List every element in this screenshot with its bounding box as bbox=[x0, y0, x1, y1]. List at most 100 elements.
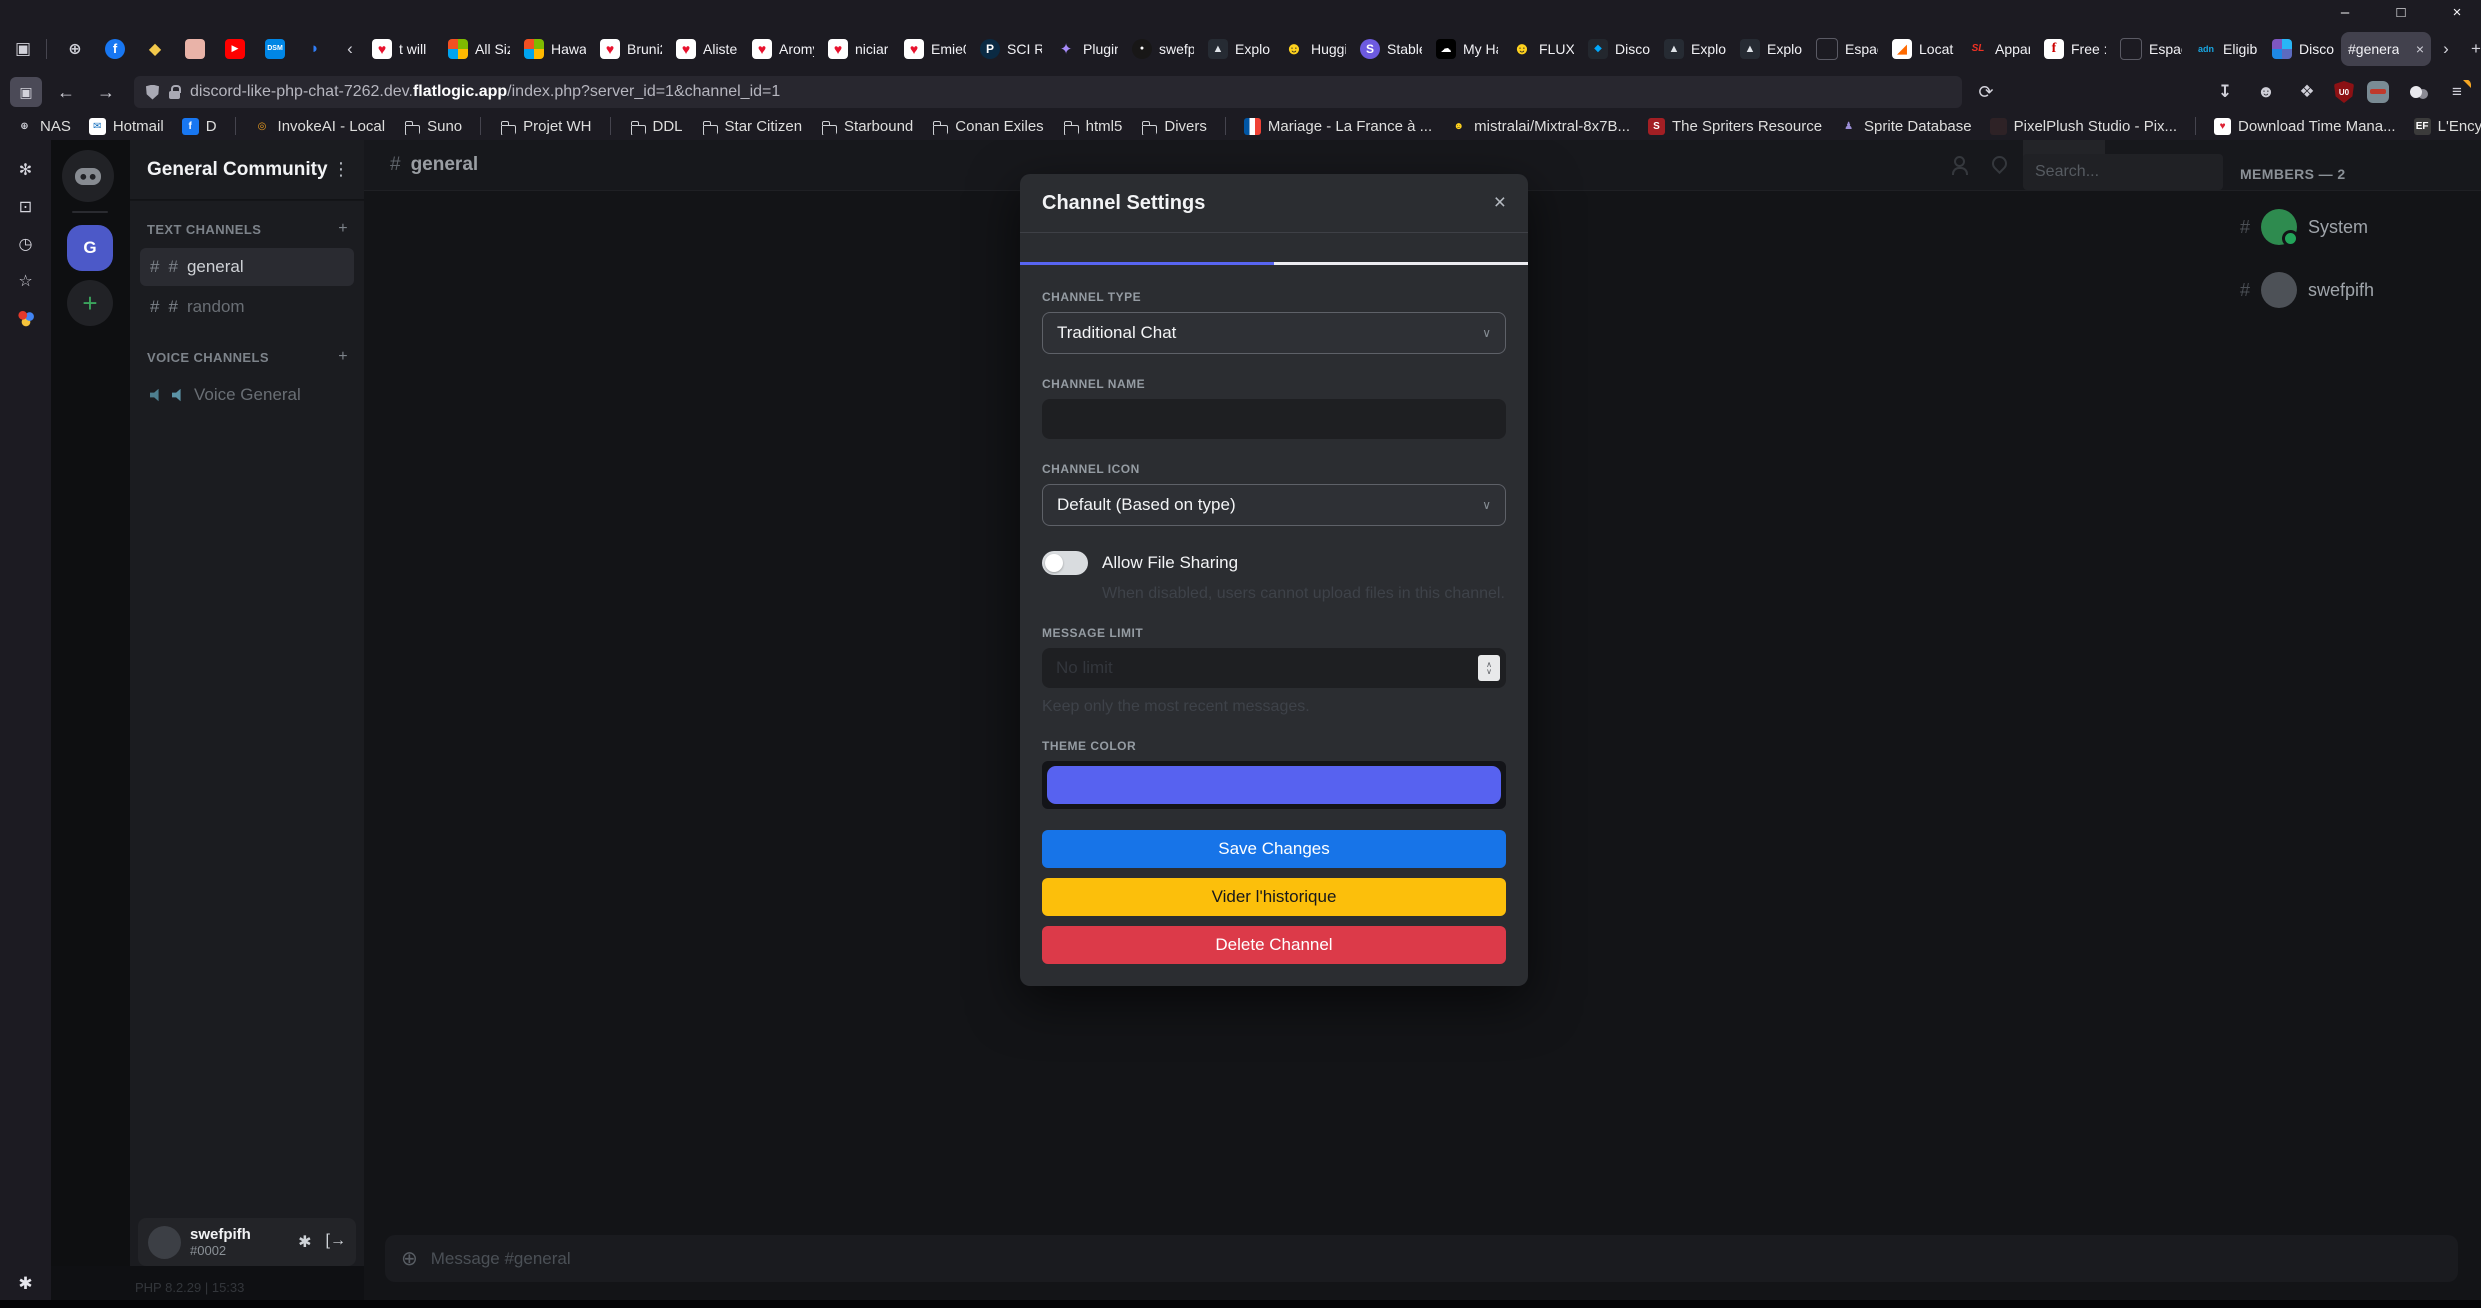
pinned-tab[interactable]: ◗ bbox=[295, 32, 335, 66]
members-toggle-icon[interactable] bbox=[1952, 156, 1970, 174]
browser-tab[interactable]: ▲ Explor bbox=[1733, 32, 1809, 66]
firefox-sidebar-icon[interactable]: ✻ bbox=[16, 160, 36, 180]
bookmark-item[interactable]: ☻ mistralai/Mixtral-8x7B... bbox=[1450, 118, 1630, 135]
pinned-tab[interactable]: DSM bbox=[255, 32, 295, 66]
back-button[interactable]: ← bbox=[50, 77, 82, 107]
firefox-sidebar-icon[interactable] bbox=[16, 308, 36, 328]
toolbar-icon[interactable]: ❖ bbox=[2293, 79, 2321, 105]
delete-channel-button[interactable]: Delete Channel bbox=[1042, 926, 1506, 964]
toolbar-icon[interactable]: U0 bbox=[2334, 81, 2354, 103]
bookmark-item[interactable]: S The Spriters Resource bbox=[1648, 118, 1822, 135]
bookmark-item[interactable] bbox=[235, 117, 236, 135]
bookmark-item[interactable]: ♟ Sprite Database bbox=[1840, 118, 1972, 135]
server-icon-general-community[interactable]: G bbox=[67, 225, 113, 271]
bookmark-item[interactable]: DDL bbox=[629, 118, 683, 135]
file-sharing-toggle[interactable] bbox=[1042, 551, 1088, 575]
bookmark-item[interactable] bbox=[1225, 117, 1226, 135]
browser-tab[interactable]: ♥ Aromy bbox=[745, 32, 821, 66]
server-header[interactable]: General Community ⋮ bbox=[130, 140, 364, 200]
sidebar-settings-gear-icon[interactable]: ✱ bbox=[0, 1274, 51, 1294]
firefox-sidebar-icon[interactable]: ☆ bbox=[16, 271, 36, 291]
sidebar-toggle-button[interactable]: ▣ bbox=[10, 77, 42, 107]
channel-item[interactable]: # # random bbox=[140, 288, 354, 326]
browser-tab[interactable]: ✦ Plugin bbox=[1049, 32, 1125, 66]
bookmark-item[interactable] bbox=[480, 117, 481, 135]
scroll-tabs-left-button[interactable]: ‹ bbox=[335, 34, 365, 64]
save-changes-button[interactable]: Save Changes bbox=[1042, 830, 1506, 868]
server-menu-icon[interactable]: ⋮ bbox=[332, 159, 350, 180]
bookmark-item[interactable]: html5 bbox=[1062, 118, 1123, 135]
browser-tab[interactable]: Espace clie bbox=[1809, 32, 1885, 66]
browser-tab[interactable]: ☻ FLUX.1 bbox=[1505, 32, 1581, 66]
bookmark-item[interactable]: f D bbox=[182, 118, 217, 135]
voice-channel-item[interactable]: Voice General bbox=[140, 376, 354, 414]
browser-tab[interactable]: Discor bbox=[2265, 32, 2341, 66]
browser-tab[interactable]: ☻ Huggi bbox=[1277, 32, 1353, 66]
theme-color-picker[interactable] bbox=[1042, 761, 1506, 809]
browser-tab[interactable]: ◆ Discor bbox=[1581, 32, 1657, 66]
firefox-view-button[interactable]: ▣ bbox=[8, 34, 38, 64]
bookmark-item[interactable]: PixelPlush Studio - Pix... bbox=[1990, 118, 2177, 135]
member-row[interactable]: # swefpifh bbox=[2240, 272, 2465, 308]
browser-tab[interactable]: ▲ Explor bbox=[1657, 32, 1733, 66]
message-limit-input[interactable]: No limit ∧ ∨ bbox=[1042, 648, 1506, 688]
theme-color-swatch[interactable] bbox=[1047, 766, 1501, 804]
toolbar-icon[interactable] bbox=[2367, 81, 2389, 103]
minimize-button[interactable]: – bbox=[2337, 4, 2353, 21]
browser-tab-active[interactable]: #genera × bbox=[2341, 32, 2431, 66]
url-bar[interactable]: discord-like-php-chat-7262.dev.flatlogic… bbox=[134, 76, 1962, 108]
browser-tab[interactable]: Hawai bbox=[517, 32, 593, 66]
user-settings-gear-icon[interactable]: ✱ bbox=[298, 1232, 311, 1252]
close-tab-icon[interactable]: × bbox=[2416, 41, 2424, 57]
new-tab-button[interactable]: + bbox=[2461, 34, 2481, 64]
add-voice-channel-button[interactable]: + bbox=[338, 348, 348, 366]
bookmark-item[interactable]: ◎ InvokeAI - Local bbox=[254, 118, 386, 135]
channel-icon-select[interactable]: Default (Based on type) ∨ bbox=[1042, 484, 1506, 526]
bookmark-item[interactable]: ✉ Hotmail bbox=[89, 118, 164, 135]
toolbar-icon[interactable]: ↧ bbox=[2211, 79, 2239, 105]
pinned-tab[interactable] bbox=[175, 32, 215, 66]
browser-tab[interactable]: ▲ Explor bbox=[1201, 32, 1277, 66]
browser-tab[interactable]: ♥ Alister bbox=[669, 32, 745, 66]
pinned-tab[interactable]: ⊕ bbox=[55, 32, 95, 66]
browser-tab[interactable]: S Stable bbox=[1353, 32, 1429, 66]
member-row[interactable]: # System bbox=[2240, 209, 2465, 245]
add-text-channel-button[interactable]: + bbox=[338, 220, 348, 238]
maximize-button[interactable]: □ bbox=[2393, 4, 2409, 21]
bookmark-item[interactable]: Conan Exiles bbox=[931, 118, 1043, 135]
tracking-protection-shield-icon[interactable] bbox=[146, 85, 159, 100]
message-input-bar[interactable]: ⊕ Message #general bbox=[385, 1235, 2458, 1282]
pinned-tab[interactable]: f bbox=[95, 32, 135, 66]
browser-tab[interactable]: SL Appar bbox=[1961, 32, 2037, 66]
browser-tab[interactable]: Espace ab bbox=[2113, 32, 2189, 66]
bookmark-item[interactable] bbox=[2195, 117, 2196, 135]
channel-name-input[interactable] bbox=[1042, 399, 1506, 439]
bookmark-item[interactable]: Starbound bbox=[820, 118, 913, 135]
number-spinner[interactable]: ∧ ∨ bbox=[1478, 655, 1500, 681]
browser-tab[interactable]: ☁ My Ha bbox=[1429, 32, 1505, 66]
firefox-sidebar-icon[interactable]: ⊡ bbox=[16, 197, 36, 217]
toolbar-icon[interactable]: ☻ bbox=[2252, 79, 2280, 105]
modal-tab[interactable] bbox=[1020, 233, 1274, 265]
logout-icon[interactable]: [→ bbox=[326, 1232, 346, 1252]
forward-button[interactable]: → bbox=[90, 77, 122, 107]
bookmark-item[interactable]: Projet WH bbox=[499, 118, 591, 135]
browser-tab[interactable]: ♥ t will bbox=[365, 32, 441, 66]
browser-tab[interactable]: ● swefpi bbox=[1125, 32, 1201, 66]
bookmark-item[interactable]: EF L'Encyclopédie Fantast... bbox=[2414, 118, 2481, 135]
channel-type-select[interactable]: Traditional Chat ∨ bbox=[1042, 312, 1506, 354]
clear-history-button[interactable]: Vider l'historique bbox=[1042, 878, 1506, 916]
reload-button[interactable]: ⟳ bbox=[1970, 77, 2002, 107]
spinner-down-icon[interactable]: ∨ bbox=[1486, 668, 1492, 675]
browser-tab[interactable]: ♥ Emie0 bbox=[897, 32, 973, 66]
firefox-sidebar-icon[interactable]: ◷ bbox=[16, 234, 36, 254]
close-modal-icon[interactable]: × bbox=[1494, 191, 1506, 215]
toolbar-icon[interactable]: ≡ bbox=[2443, 79, 2471, 105]
modal-tab[interactable] bbox=[1274, 233, 1528, 265]
bookmark-item[interactable]: Star Citizen bbox=[701, 118, 803, 135]
user-avatar[interactable] bbox=[148, 1226, 181, 1259]
browser-tab[interactable]: ◢ Locati bbox=[1885, 32, 1961, 66]
add-server-button[interactable]: + bbox=[67, 280, 113, 326]
discord-home-button[interactable] bbox=[62, 150, 114, 202]
toolbar-icon[interactable] bbox=[2402, 79, 2430, 105]
